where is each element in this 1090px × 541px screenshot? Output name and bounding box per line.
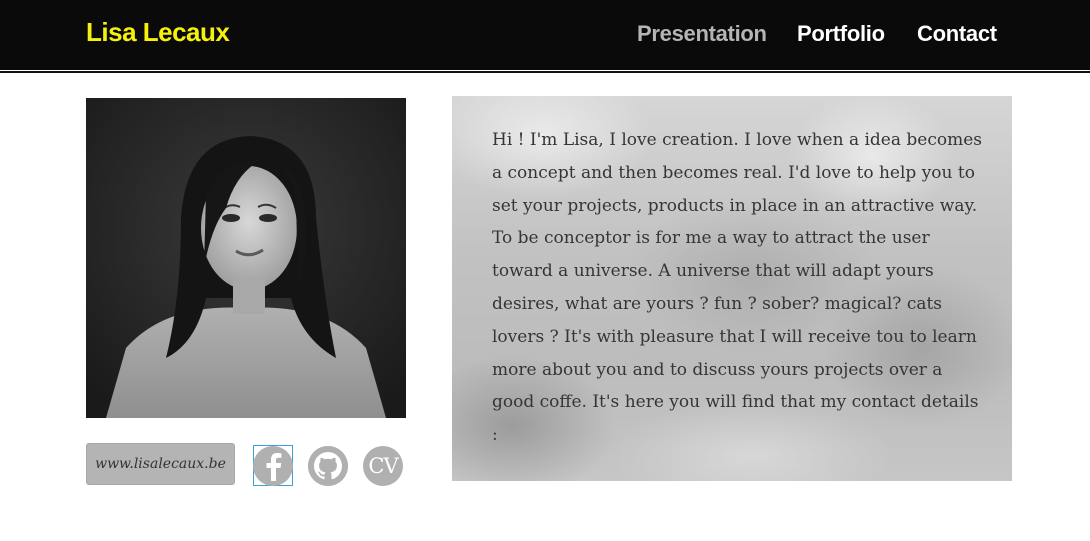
github-icon[interactable] bbox=[308, 446, 348, 486]
website-button[interactable]: www.lisalecaux.be bbox=[86, 443, 235, 485]
cv-icon-label: CV bbox=[368, 454, 398, 478]
cv-icon[interactable]: CV bbox=[363, 446, 403, 486]
brand-logo[interactable]: Lisa Lecaux bbox=[86, 17, 230, 48]
profile-photo bbox=[86, 98, 406, 418]
about-text: Hi ! I'm Lisa, I love creation. I love w… bbox=[492, 130, 983, 446]
top-navbar: Lisa Lecaux Presentation Portfolio Conta… bbox=[0, 0, 1090, 70]
facebook-icon[interactable] bbox=[253, 446, 293, 486]
nav-contact[interactable]: Contact bbox=[917, 21, 997, 47]
nav-presentation[interactable]: Presentation bbox=[637, 21, 767, 47]
navbar-divider bbox=[0, 71, 1090, 73]
about-panel: Hi ! I'm Lisa, I love creation. I love w… bbox=[452, 96, 1012, 481]
nav-portfolio[interactable]: Portfolio bbox=[797, 21, 885, 47]
